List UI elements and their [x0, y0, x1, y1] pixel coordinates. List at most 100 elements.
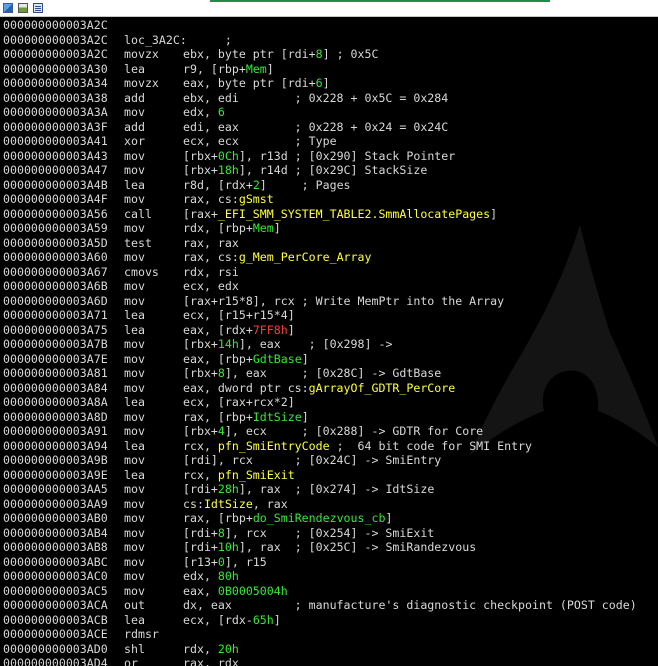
app-icon[interactable] [3, 3, 13, 13]
disasm-line[interactable]: 000000000003A41 xor ecx, ecx ; Type [3, 134, 658, 149]
disasm-line[interactable]: 000000000003AD4 or rax, rdx [3, 656, 658, 666]
disasm-line[interactable]: 000000000003A30 lea r9, [rbp+Mem] [3, 62, 658, 77]
disassembly-listing[interactable]: 000000000003A2C 000000000003A2C loc_3A2C: … [3, 18, 658, 666]
operand-text: [rbx+ [183, 148, 218, 163]
disasm-line[interactable]: 000000000003AB4 mov [rdi+8], rcx ; [0x254]… [3, 526, 658, 541]
operand-text: rcx, [183, 438, 218, 453]
disasm-line[interactable]: 000000000003A91 mov [rbx+4], ecx ; [0x288]… [3, 424, 658, 439]
disasm-line[interactable]: 000000000003A47 mov [rbx+18h], r14d ; [0x2… [3, 163, 658, 178]
operand-value: 2 [252, 177, 260, 192]
disasm-line[interactable]: 000000000003A3F add edi, eax ; 0x228 + 0x2… [3, 120, 658, 135]
disasm-line[interactable]: 000000000003A71 lea ecx, [r15+r15*4] [3, 308, 658, 323]
mnemonic: mov [124, 554, 145, 569]
operand-value: 0 [217, 554, 225, 569]
address: 000000000003ACB [3, 612, 108, 627]
operand-text: [rbx+ [183, 366, 218, 380]
disasm-line[interactable]: 000000000003A43 mov [rbx+0Ch], r13d ; [0x2… [3, 149, 658, 164]
operand-text: [r13+ [183, 554, 218, 569]
disasm-line[interactable]: 000000000003A7E mov eax, [rbp+GdtBase] [3, 352, 658, 367]
operand-text: ] [385, 511, 393, 525]
disasm-line[interactable]: 000000000003ACA out dx, eax ; manufacture'… [3, 598, 658, 613]
operand-text: r8d, [rdx+ [183, 177, 253, 192]
disasm-line[interactable]: 000000000003A2C loc_3A2C: ; [3, 33, 658, 48]
operand-text: ], ecx ; [0x288] -> GDTR for Core [224, 424, 484, 438]
disasm-line[interactable]: 000000000003AB8 mov [rdi+10h], rax ; [0x25… [3, 540, 658, 555]
disasm-line[interactable]: 000000000003A6D mov [rax+r15*8], rcx ; Wri… [3, 294, 658, 309]
disasm-line[interactable]: 000000000003AD0 shl rdx, 20h [3, 642, 658, 657]
address: 000000000003A7B [3, 337, 108, 351]
disasm-line[interactable]: 000000000003A4B lea r8d, [rdx+2] ; Pages [3, 178, 658, 193]
operand-text: eax, [183, 583, 218, 598]
address: 000000000003A9E [3, 467, 108, 482]
disasm-line[interactable]: 000000000003A84 mov eax, dword ptr cs:gArr… [3, 381, 658, 396]
mnemonic: mov [124, 511, 145, 525]
operand-text: eax, [rdx+ [183, 322, 253, 337]
disasm-line[interactable]: 000000000003A94 lea rcx, pfn_SmiEntryCode … [3, 439, 658, 454]
operand-text: edi, eax ; 0x228 + 0x24 = 0x24C [183, 119, 449, 134]
address: 000000000003A81 [3, 366, 108, 380]
disasm-line[interactable]: 000000000003A8D mov rax, [rbp+IdtSize] [3, 410, 658, 425]
disasm-line[interactable]: 000000000003A59 mov rdx, [rbp+Mem] [3, 221, 658, 236]
disasm-line[interactable]: 000000000003A7B mov [rbx+14h], eax ; [0x29… [3, 337, 658, 352]
operand-text: ecx, edx [183, 279, 239, 293]
operand-text: [rbx+ [183, 337, 218, 351]
address: 000000000003A71 [3, 308, 108, 322]
disasm-line[interactable]: 000000000003A2C movzx ebx, byte ptr [rdi+8… [3, 47, 658, 62]
operand-text: edx, [183, 569, 218, 583]
operand-text: ], rax ; [0x25C] -> SmiRandezvous [238, 540, 477, 554]
disasm-line[interactable]: 000000000003ACE rdmsr [3, 627, 658, 642]
mnemonic: mov [124, 525, 145, 540]
mnemonic: mov [124, 337, 145, 351]
disasm-line[interactable]: 000000000003AC0 mov edx, 80h [3, 569, 658, 584]
disasm-line[interactable]: 000000000003A38 add ebx, edi ; 0x228 + 0x5… [3, 91, 658, 106]
mnemonic: movzx [124, 47, 159, 61]
operand-text: ], rcx ; [0x254] -> SmiExit [224, 525, 435, 540]
address: 000000000003AD4 [3, 656, 108, 666]
operand-text: ] [490, 206, 498, 221]
disasm-line[interactable]: 000000000003AA5 mov [rdi+28h], rax ; [0x27… [3, 482, 658, 497]
operand-text: ] [287, 322, 295, 337]
mnemonic: mov [124, 163, 145, 177]
operand-text: [rbx+ [183, 424, 218, 438]
operand-text: rax, [rbp+ [183, 409, 253, 424]
disasm-line[interactable]: 000000000003A4F mov rax, cs:gSmst [3, 192, 658, 207]
operand-value: IdtSize [252, 409, 302, 424]
address: 000000000003AA9 [3, 496, 108, 511]
disasm-line[interactable]: 000000000003ABC mov [r13+0], r15 [3, 555, 658, 570]
operand-text: [rdi+ [183, 540, 218, 554]
disasm-line[interactable]: 000000000003AB0 mov rax, [rbp+do_SmiRendez… [3, 511, 658, 526]
disasm-line[interactable]: 000000000003A67 cmovs rdx, rsi [3, 265, 658, 280]
disasm-line[interactable]: 000000000003A34 movzx eax, byte ptr [rdi+6… [3, 76, 658, 91]
operand-text: dx, eax ; manufacture's diagnostic check… [183, 598, 637, 612]
operand-text: eax, dword ptr cs: [183, 380, 309, 395]
disasm-line[interactable]: 000000000003A3A mov edx, 6 [3, 105, 658, 120]
disasm-line[interactable]: 000000000003A5D test rax, rax [3, 236, 658, 251]
disasm-line[interactable]: 000000000003ACB lea ecx, [rdx-65h] [3, 613, 658, 628]
disasm-line[interactable]: 000000000003A9B mov [rdi], rcx ; [0x24C] -… [3, 453, 658, 468]
symbol-name: _EFI_SMM_SYSTEM_TABLE2.SmmAllocatePages [217, 206, 491, 221]
disasm-line[interactable]: 000000000003A60 mov rax, cs:g_Mem_PerCore_… [3, 250, 658, 265]
disasm-line[interactable]: 000000000003A81 mov [rbx+8], eax ; [0x28C]… [3, 366, 658, 381]
operand-text: eax, [rbp+ [183, 351, 253, 366]
operand-text: ], r14d ; [0x29C] StackSize [238, 163, 428, 177]
mnemonic: mov [124, 583, 145, 598]
disasm-line[interactable]: 000000000003A6B mov ecx, edx [3, 279, 658, 294]
disasm-line[interactable]: 000000000003A56 call [rax+_EFI_SMM_SYSTEM_… [3, 207, 658, 222]
mnemonic: lea [124, 177, 145, 192]
disasm-line[interactable]: 000000000003A75 lea eax, [rdx+7FF8h] [3, 323, 658, 338]
disasm-line[interactable]: 000000000003A8A lea ecx, [rax+rcx*2] [3, 395, 658, 410]
chart-icon[interactable] [18, 3, 28, 13]
address: 000000000003A2C [3, 32, 108, 47]
operand-text: rax, rdx [183, 656, 239, 666]
address: 000000000003A2C [3, 18, 108, 32]
list-icon[interactable] [33, 3, 43, 13]
mnemonic: rdmsr [124, 627, 159, 641]
disasm-line[interactable]: 000000000003AA9 mov cs:IdtSize, rax [3, 497, 658, 512]
disasm-line[interactable]: 000000000003A2C [3, 18, 658, 33]
operand-value: 7FF8h [252, 322, 288, 337]
disasm-line[interactable]: 000000000003AC5 mov eax, 0B0005004h [3, 584, 658, 599]
operand-value: 6 [315, 76, 323, 90]
operand-text: eax, byte ptr [rdi+ [183, 76, 316, 90]
operand-value: 10h [217, 540, 239, 554]
disasm-line[interactable]: 000000000003A9E lea rcx, pfn_SmiExit [3, 468, 658, 483]
